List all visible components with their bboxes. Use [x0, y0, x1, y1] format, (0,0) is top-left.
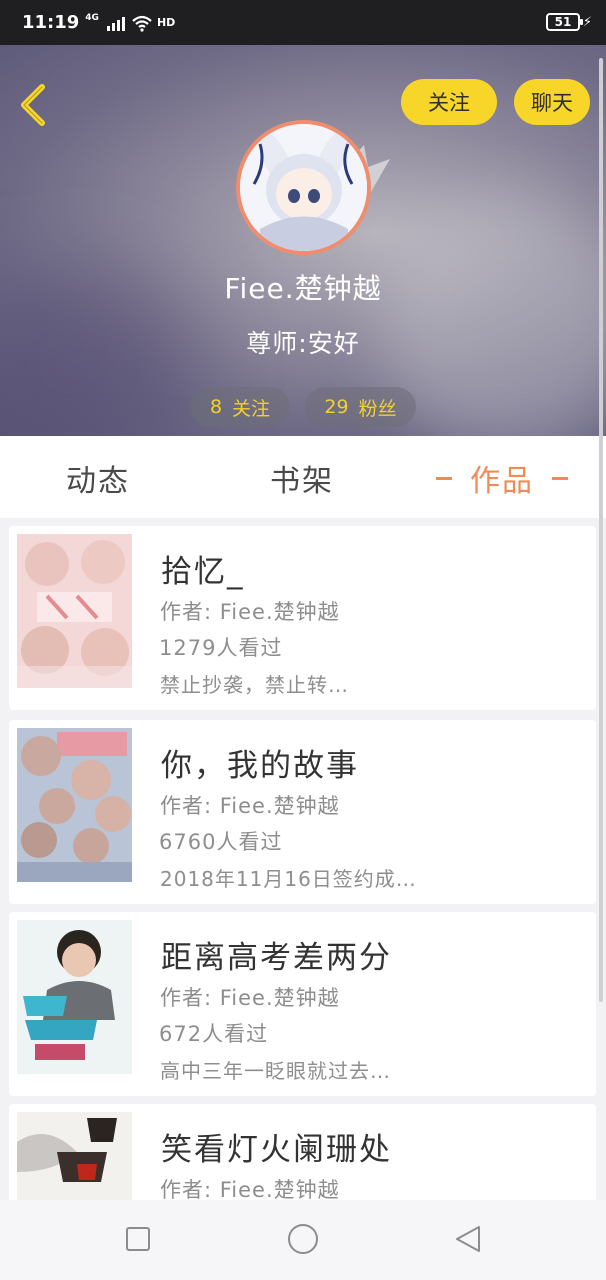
work-title: 笑看灯火阑珊处 — [161, 1132, 392, 1168]
work-views: 672人看过 — [159, 1022, 269, 1046]
tab-indicator-right — [552, 476, 568, 480]
tab-works-label: 作品 — [470, 464, 534, 499]
following-label: 关注 — [232, 397, 271, 420]
back-chevron-icon[interactable] — [16, 83, 50, 127]
follow-button[interactable]: 关注 — [401, 79, 497, 125]
battery-icon: 51 — [546, 13, 583, 31]
network-type: 4G — [85, 13, 99, 23]
works-list: 拾忆_ 作者: Fiee.楚钟越 1279人看过 禁止抄袭，禁止转… 你，我的故… — [9, 526, 598, 1200]
fans-count: 29 — [324, 396, 349, 418]
work-title: 你，我的故事 — [161, 748, 359, 784]
avatar[interactable] — [236, 120, 371, 255]
list-item[interactable]: 笑看灯火阑珊处 作者: Fiee.楚钟越 — [9, 1104, 596, 1200]
signal-icon — [106, 15, 125, 31]
tab-works[interactable]: 作品 — [436, 456, 568, 500]
list-item[interactable]: 距离高考差两分 作者: Fiee.楚钟越 672人看过 高中三年一眨眼就过去… — [9, 912, 596, 1096]
username: Fiee.楚钟越 — [224, 272, 382, 305]
mentor-text: 尊师:安好 — [246, 329, 360, 358]
profile-tabs: 动态 书架 作品 — [0, 436, 606, 518]
chat-button[interactable]: 聊天 — [514, 79, 590, 125]
following-count: 8 — [209, 396, 223, 418]
fans-label: 粉丝 — [358, 397, 397, 420]
avatar-image — [240, 124, 367, 251]
book-cover-image — [17, 1112, 132, 1200]
status-time: 11:19 — [22, 12, 80, 33]
following-count-button[interactable]: 8 关注 — [190, 387, 290, 427]
tab-bookshelf[interactable]: 书架 — [270, 456, 334, 500]
work-description: 禁止抄袭，禁止转… — [160, 673, 349, 697]
book-cover-image — [17, 728, 132, 882]
work-author: 作者: Fiee.楚钟越 — [160, 794, 340, 818]
work-author: 作者: Fiee.楚钟越 — [160, 986, 340, 1010]
tab-indicator-left — [436, 476, 452, 480]
list-item[interactable]: 你，我的故事 作者: Fiee.楚钟越 6760人看过 2018年11月16日签… — [9, 720, 596, 904]
scrollbar[interactable] — [599, 58, 603, 1002]
work-author: 作者: Fiee.楚钟越 — [160, 600, 340, 624]
back-triangle-icon[interactable] — [454, 1224, 482, 1254]
fans-count-button[interactable]: 29 粉丝 — [305, 387, 416, 427]
status-bar: 11:19 4G HD 51 ⚡ — [0, 0, 606, 45]
work-author: 作者: Fiee.楚钟越 — [160, 1178, 340, 1200]
profile-header: 关注 聊天 Fiee.楚钟越 尊师:安好 8 关注 29 粉丝 — [0, 45, 606, 436]
recent-apps-square-icon[interactable] — [126, 1227, 150, 1251]
hd-indicator: HD — [156, 16, 176, 29]
book-cover-image — [17, 534, 132, 688]
wifi-icon — [132, 15, 152, 32]
list-item[interactable]: 拾忆_ 作者: Fiee.楚钟越 1279人看过 禁止抄袭，禁止转… — [9, 526, 596, 710]
home-circle-icon[interactable] — [288, 1224, 318, 1254]
work-views: 1279人看过 — [159, 636, 283, 660]
work-title: 拾忆_ — [161, 554, 245, 590]
tab-dynamic[interactable]: 动态 — [66, 456, 130, 500]
work-description: 2018年11月16日签约成… — [160, 867, 417, 891]
system-nav-bar — [0, 1200, 606, 1280]
work-views: 6760人看过 — [159, 830, 283, 854]
work-title: 距离高考差两分 — [161, 940, 392, 976]
charging-icon: ⚡ — [582, 15, 592, 30]
book-cover-image — [17, 920, 132, 1074]
work-description: 高中三年一眨眼就过去… — [160, 1059, 391, 1083]
